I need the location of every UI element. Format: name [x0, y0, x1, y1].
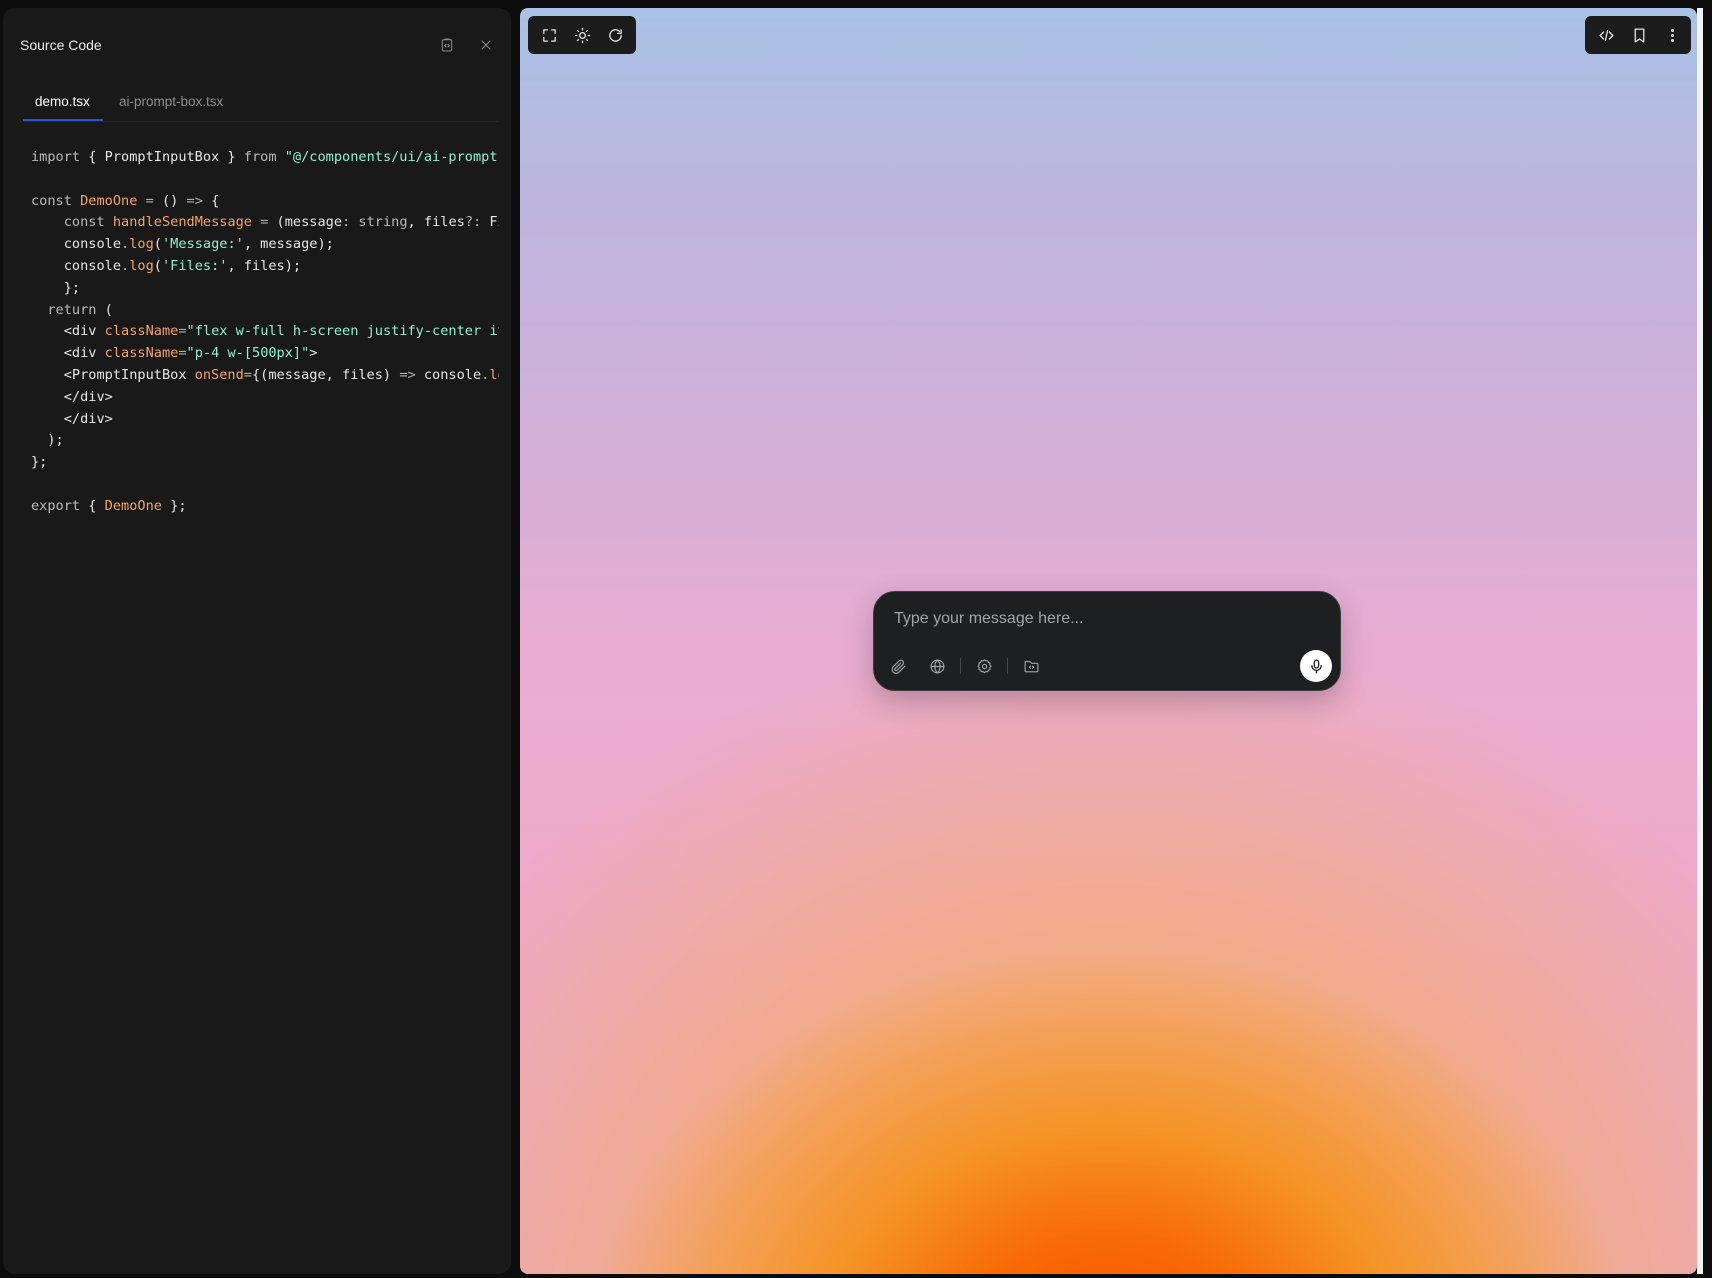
mic-icon: [1310, 658, 1322, 674]
code-line: <PromptInputBox onSend={(message, files)…: [31, 366, 499, 383]
code-line: import { PromptInputBox } from "@/compon…: [31, 149, 499, 165]
code-line: console.log('Message:', message);: [31, 236, 334, 253]
code-line: console.log('Files:', files);: [31, 257, 302, 274]
code-line: };: [31, 279, 81, 296]
file-tabs: demo.tsx ai-prompt-box.tsx: [20, 92, 499, 122]
preview-toolbar-right: [1585, 16, 1691, 54]
tab-ai-prompt-box-tsx[interactable]: ai-prompt-box.tsx: [119, 92, 223, 121]
message-input[interactable]: [894, 606, 1314, 632]
component-preview: [520, 8, 1697, 1274]
clipboard-code-icon[interactable]: [437, 35, 457, 55]
mic-button[interactable]: [1300, 650, 1332, 682]
folder-code-icon[interactable]: [1021, 656, 1041, 676]
tab-demo-tsx[interactable]: demo.tsx: [23, 92, 103, 121]
code-line: <div className="p-4 w-[500px]">: [31, 345, 318, 362]
globe-icon[interactable]: [927, 656, 947, 676]
code-line: const handleSendMessage = (message: stri…: [63, 214, 499, 231]
code-line: </div>: [31, 410, 113, 427]
bookmark-icon[interactable]: [1630, 26, 1649, 45]
settings-icon[interactable]: [974, 656, 994, 676]
code-line: );: [31, 432, 64, 449]
code-line: export { DemoOne };: [31, 497, 187, 514]
code-view: import { PromptInputBox } from "@/compon…: [31, 147, 499, 518]
prompt-input-box: [873, 591, 1341, 691]
preview-toolbar-left: [528, 16, 636, 54]
sun-icon[interactable]: [573, 26, 592, 45]
more-vertical-icon[interactable]: [1663, 26, 1682, 45]
toolbar-divider: [1007, 658, 1008, 674]
code-line: <div className="flex w-full h-screen jus…: [31, 323, 499, 340]
code-line: };: [31, 454, 48, 471]
paperclip-icon[interactable]: [888, 656, 908, 676]
preview-scrollbar[interactable]: [1697, 8, 1703, 1274]
close-icon[interactable]: [476, 35, 496, 55]
toolbar-divider: [960, 658, 961, 674]
fullscreen-icon[interactable]: [540, 26, 559, 45]
refresh-icon[interactable]: [606, 26, 625, 45]
code-line: const DemoOne = () => {: [31, 192, 220, 209]
panel-header: Source Code: [20, 35, 491, 55]
source-code-panel: Source Code demo.tsx ai-prompt-box.tsx i…: [3, 8, 511, 1274]
panel-title: Source Code: [20, 37, 102, 53]
code-icon[interactable]: [1597, 26, 1616, 45]
code-line: </div>: [31, 388, 113, 405]
code-line: return (: [47, 301, 113, 318]
